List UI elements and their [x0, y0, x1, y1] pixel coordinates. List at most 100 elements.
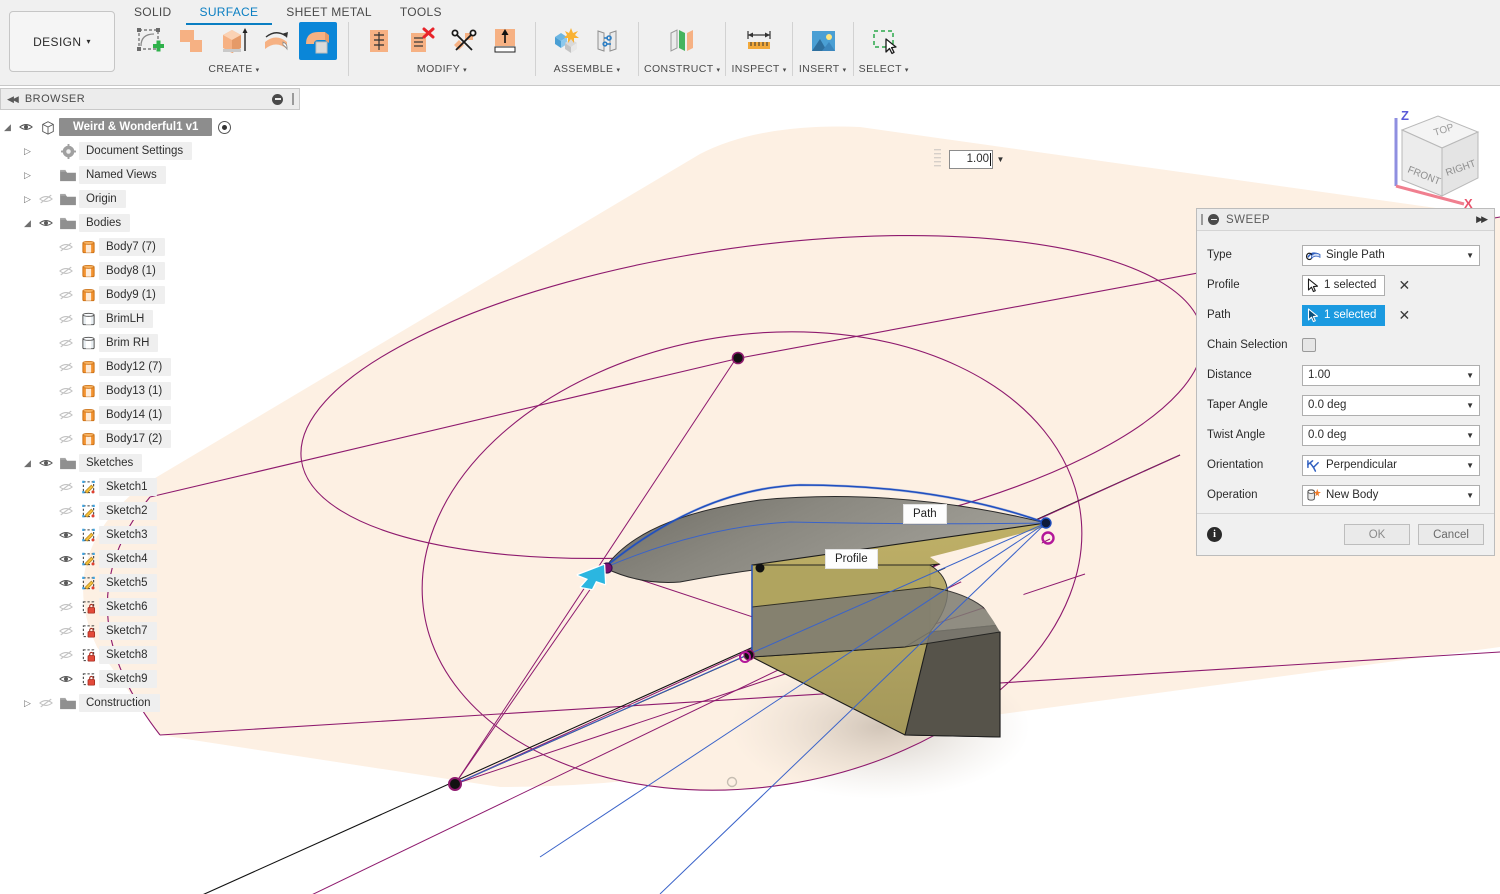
tree-item-label[interactable]: Body8 (1): [99, 262, 165, 280]
visibility-eye-icon[interactable]: [55, 674, 77, 684]
panel-resize-handle[interactable]: [292, 93, 294, 105]
ribbon-group-select-label[interactable]: SELECT ▾: [859, 63, 909, 75]
distance-input[interactable]: 1.00 ▼: [1302, 364, 1480, 386]
minus-circle-icon[interactable]: [272, 93, 283, 105]
expand-triangle-icon[interactable]: ▷: [20, 698, 35, 709]
sweep-dialog-header[interactable]: SWEEP ▶▶: [1197, 209, 1494, 231]
clear-path-selection-icon[interactable]: ✕: [1398, 307, 1410, 324]
visibility-eye-icon[interactable]: [35, 218, 57, 228]
chain-selection-checkbox[interactable]: [1302, 338, 1316, 352]
taper-angle-input[interactable]: 0.0 deg ▼: [1302, 394, 1480, 416]
expand-triangle-icon[interactable]: ▷: [20, 194, 35, 205]
visibility-eye-icon[interactable]: [55, 530, 77, 540]
tree-item-sketch9[interactable]: Sketch9: [0, 667, 300, 691]
cancel-button[interactable]: Cancel: [1418, 524, 1484, 545]
view-cube[interactable]: Z X TOP FRONT RIGHT: [1372, 104, 1500, 214]
tree-item-brimlh[interactable]: BrimLH: [0, 307, 300, 331]
double-right-arrow-icon[interactable]: ▶▶: [1476, 214, 1488, 225]
tree-item-origin[interactable]: ▷ Origin: [0, 187, 300, 211]
insert-canvas-button[interactable]: [804, 22, 842, 60]
tree-item-label[interactable]: Body12 (7): [99, 358, 172, 376]
visibility-eye-icon[interactable]: [55, 578, 77, 588]
tree-item-label[interactable]: Body7 (7): [99, 238, 165, 256]
tree-item-named-views[interactable]: ▷ Named Views: [0, 163, 300, 187]
trim-button[interactable]: [444, 22, 482, 60]
ribbon-group-create-label[interactable]: CREATE ▾: [208, 63, 259, 75]
tree-item-label[interactable]: Body9 (1): [99, 286, 165, 304]
dialog-drag-handle[interactable]: [1201, 214, 1203, 225]
distance-value-input[interactable]: 1.00: [949, 149, 993, 169]
visibility-eye-icon[interactable]: [55, 266, 77, 276]
tree-item-body12-7[interactable]: Body12 (7): [0, 355, 300, 379]
tree-item-body7-7[interactable]: Body7 (7): [0, 235, 300, 259]
chevron-down-icon[interactable]: ▼: [1466, 431, 1474, 440]
path-selection-button[interactable]: 1 selected: [1302, 304, 1386, 326]
twist-angle-input[interactable]: 0.0 deg ▼: [1302, 424, 1480, 446]
expand-triangle-icon[interactable]: ▷: [20, 170, 35, 181]
chevron-down-icon[interactable]: ▼: [1466, 371, 1474, 380]
tree-item-sketch4[interactable]: Sketch4: [0, 547, 300, 571]
tree-item-label[interactable]: Sketches: [79, 454, 143, 472]
delete-face-button[interactable]: [402, 22, 440, 60]
new-component-button[interactable]: [547, 22, 585, 60]
tree-item-sketches[interactable]: ◢ Sketches: [0, 451, 300, 475]
visibility-eye-icon[interactable]: [55, 314, 77, 324]
visibility-eye-icon[interactable]: [55, 650, 77, 660]
visibility-eye-icon[interactable]: [55, 506, 77, 516]
visibility-eye-icon[interactable]: [55, 434, 77, 444]
orientation-select[interactable]: Perpendicular ▼: [1302, 454, 1480, 476]
tree-item-sketch5[interactable]: Sketch5: [0, 571, 300, 595]
tree-item-body13-1[interactable]: Body13 (1): [0, 379, 300, 403]
tree-item-bodies[interactable]: ◢ Bodies: [0, 211, 300, 235]
expand-triangle-icon[interactable]: ▷: [20, 146, 35, 157]
tree-item-label[interactable]: Body14 (1): [99, 406, 172, 424]
tree-item-body8-1[interactable]: Body8 (1): [0, 259, 300, 283]
inline-value-editor[interactable]: 1.00 ▼: [934, 148, 1008, 170]
visibility-eye-icon[interactable]: [55, 242, 77, 252]
activate-component-radio[interactable]: [218, 120, 232, 134]
tree-item-label[interactable]: Sketch5: [99, 574, 157, 592]
visibility-eye-icon[interactable]: [55, 290, 77, 300]
chevron-down-icon[interactable]: ▼: [1466, 491, 1474, 500]
chevron-down-icon[interactable]: ▼: [1466, 461, 1474, 470]
ribbon-group-assemble-label[interactable]: ASSEMBLE ▾: [554, 63, 621, 75]
type-select[interactable]: Single Path ▼: [1302, 244, 1480, 266]
visibility-eye-icon[interactable]: [35, 698, 57, 708]
visibility-eye-icon[interactable]: [55, 482, 77, 492]
press-pull-button[interactable]: [360, 22, 398, 60]
profile-selection-button[interactable]: 1 selected: [1302, 274, 1386, 296]
tree-item-label[interactable]: Sketch6: [99, 598, 157, 616]
chevron-down-icon[interactable]: ▼: [1466, 401, 1474, 410]
tree-item-root-label[interactable]: Weird & Wonderful1 v1: [59, 118, 213, 136]
operation-select[interactable]: New Body ▼: [1302, 484, 1480, 506]
extrude-button[interactable]: [215, 22, 253, 60]
ribbon-group-modify-label[interactable]: MODIFY ▾: [417, 63, 467, 75]
visibility-eye-icon[interactable]: [35, 194, 57, 204]
visibility-eye-icon[interactable]: [55, 602, 77, 612]
expand-triangle-icon[interactable]: ◢: [20, 458, 35, 469]
revolve-button[interactable]: [257, 22, 295, 60]
tree-item-label[interactable]: Construction: [79, 694, 160, 712]
drag-handle-icon[interactable]: [934, 148, 943, 170]
tree-item-label[interactable]: Named Views: [79, 166, 166, 184]
visibility-eye-icon[interactable]: [35, 458, 57, 468]
tree-item-construction[interactable]: ▷ Construction: [0, 691, 300, 715]
joint-button[interactable]: [589, 22, 627, 60]
visibility-eye-icon[interactable]: [15, 122, 37, 132]
workspace-switcher[interactable]: DESIGN ▾: [9, 11, 115, 72]
tree-item-brim-rh[interactable]: Brim RH: [0, 331, 300, 355]
tree-item-sketch2[interactable]: Sketch2: [0, 499, 300, 523]
create-sketch-button[interactable]: [131, 22, 169, 60]
tree-item-label[interactable]: Sketch9: [99, 670, 157, 688]
tree-item-label[interactable]: BrimLH: [99, 310, 154, 328]
window-select-button[interactable]: [865, 22, 903, 60]
visibility-eye-icon[interactable]: [55, 554, 77, 564]
patch-button[interactable]: [173, 22, 211, 60]
tree-item-label[interactable]: Body17 (2): [99, 430, 172, 448]
visibility-eye-icon[interactable]: [55, 362, 77, 372]
tree-item-label[interactable]: Body13 (1): [99, 382, 172, 400]
chevron-down-icon[interactable]: ▼: [993, 150, 1008, 169]
visibility-eye-icon[interactable]: [55, 338, 77, 348]
offset-plane-button[interactable]: [663, 22, 701, 60]
tree-item-label[interactable]: Sketch2: [99, 502, 157, 520]
